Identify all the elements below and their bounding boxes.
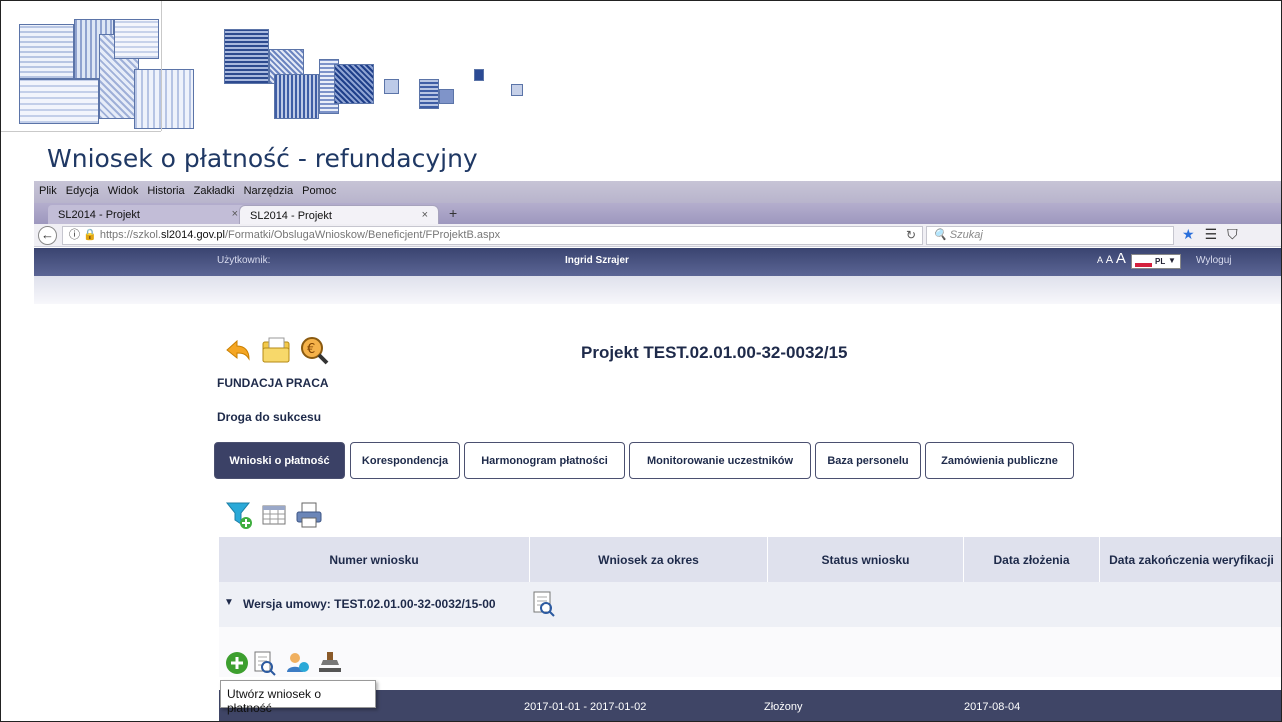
row-period: 2017-01-01 - 2017-01-02 — [524, 701, 647, 713]
search-input[interactable]: 🔍 Szukaj — [926, 226, 1174, 245]
decorative-logo — [19, 19, 539, 134]
column-period[interactable]: Wniosek za okres — [530, 537, 768, 582]
tab-correspondence[interactable]: Korespondencja — [350, 442, 460, 479]
search-placeholder: Szukaj — [949, 229, 983, 241]
tab-participant-monitoring[interactable]: Monitorowanie uczestników — [629, 442, 811, 479]
url-domain: sl2014.gov.pl — [160, 229, 225, 241]
expand-triangle-icon[interactable]: ▼ — [224, 597, 234, 608]
grid-group-row[interactable]: ▼ Wersja umowy: TEST.02.01.00-32-0032/15… — [219, 582, 1281, 627]
tab-staff-database[interactable]: Baza personelu — [815, 442, 921, 479]
pocket-icon[interactable]: ⛉ — [1227, 226, 1248, 242]
language-code: PL — [1155, 257, 1166, 266]
folder-icon[interactable] — [259, 333, 293, 367]
add-icon[interactable] — [224, 649, 250, 677]
browser-tab-label: SL2014 - Projekt — [58, 209, 140, 221]
menu-file[interactable]: Plik — [34, 181, 61, 197]
search-money-icon[interactable]: € — [297, 333, 331, 367]
document-preview-icon[interactable] — [252, 649, 278, 677]
browser-window: Plik Edycja Widok Historia Zakładki Narzędzia… — [34, 181, 1281, 721]
divider — [161, 1, 162, 131]
poland-flag-icon — [1135, 259, 1152, 267]
slide-title: Wniosek o płatność - refundacyjny — [47, 144, 478, 173]
close-tab-icon[interactable]: × — [232, 208, 238, 220]
url-input[interactable]: ⓘ 🔒 https://szkol.sl2014.gov.pl/Formatki… — [62, 226, 902, 245]
column-number[interactable]: Numer wniosku — [219, 537, 530, 582]
menu-history[interactable]: Historia — [142, 181, 188, 197]
slide: Wniosek o płatność - refundacyjny Plik Ed… — [0, 0, 1282, 722]
user-name: Ingrid Szrajer — [565, 255, 629, 266]
tab-payment-schedule[interactable]: Harmonogram płatności — [464, 442, 625, 479]
header-shade — [34, 276, 1281, 304]
back-arrow-icon[interactable] — [221, 333, 255, 367]
actions-row — [219, 627, 1281, 677]
menu-bookmarks[interactable]: Zakładki — [189, 181, 239, 197]
language-selector[interactable]: PL ▼ — [1131, 254, 1181, 269]
bookmark-star-icon[interactable]: ★ — [1182, 226, 1205, 242]
row-submitted: 2017-08-04 — [964, 701, 1021, 713]
menu-edit[interactable]: Edycja — [61, 181, 103, 197]
stamp-icon[interactable] — [316, 649, 344, 677]
organization-name: FUNDACJA PRACA — [217, 376, 329, 390]
close-tab-icon[interactable]: × — [422, 209, 428, 221]
grid-header: Numer wniosku Wniosek za okres Status wn… — [219, 537, 1281, 582]
group-label: Wersja umowy: TEST.02.01.00-32-0032/15-0… — [243, 597, 496, 611]
tab-public-procurement[interactable]: Zamówienia publiczne — [925, 442, 1074, 479]
filter-add-icon[interactable] — [224, 499, 254, 531]
menu-bar: Plik Edycja Widok Historia Zakładki Narzędzia… — [34, 181, 1281, 203]
browser-tab-active[interactable]: SL2014 - Projekt × — [239, 205, 439, 225]
users-icon[interactable] — [284, 649, 312, 677]
url-path: /Formatki/ObslugaWnioskow/Beneficjent/FP… — [224, 229, 501, 241]
row-status: Złożony — [764, 701, 803, 713]
chevron-down-icon: ▼ — [1168, 256, 1176, 265]
browser-tab[interactable]: SL2014 - Projekt × — [48, 205, 248, 225]
divider — [1, 131, 161, 132]
user-bar: Użytkownik: Ingrid Szrajer A A A PL ▼ Wy… — [34, 248, 1281, 276]
table-row[interactable]: 2017-01-01 - 2017-01-02 Złożony 2017-08-… — [219, 690, 1281, 721]
project-name: Droga do sukcesu — [217, 410, 322, 424]
column-submitted[interactable]: Data złożenia — [964, 537, 1100, 582]
table-columns-icon[interactable] — [260, 502, 288, 528]
menu-help[interactable]: Pomoc — [297, 181, 340, 197]
print-icon[interactable] — [294, 500, 324, 530]
tab-payment-requests[interactable]: Wnioski o płatność — [214, 442, 345, 479]
document-preview-icon[interactable] — [532, 590, 556, 623]
lock-icon: ⓘ 🔒 — [69, 229, 97, 241]
tooltip: Utwórz wniosek o płatność — [220, 680, 376, 715]
toolbar-icons: ★☰⛉ — [1182, 226, 1248, 243]
column-verification-end[interactable]: Data zakończenia weryfikacji — [1100, 537, 1281, 582]
reader-icon[interactable]: ☰ — [1205, 226, 1228, 242]
back-arrow-icon[interactable]: ← — [38, 226, 57, 245]
menu-tools[interactable]: Narzędzia — [239, 181, 298, 197]
project-title: Projekt TEST.02.01.00-32-0032/15 — [581, 343, 848, 362]
address-bar: ← ⓘ 🔒 https://szkol.sl2014.gov.pl/Format… — [34, 224, 1281, 247]
font-size-controls[interactable]: A A A — [1097, 250, 1126, 267]
column-status[interactable]: Status wniosku — [768, 537, 964, 582]
user-label: Użytkownik: — [217, 255, 271, 266]
tab-bar: SL2014 - Projekt × SL2014 - Projekt × + — [34, 203, 1281, 225]
logout-link[interactable]: Wyloguj — [1196, 255, 1231, 266]
menu-view[interactable]: Widok — [103, 181, 143, 197]
svg-text:€: € — [307, 342, 315, 357]
reload-icon[interactable]: ↻ — [900, 226, 923, 245]
browser-tab-label: SL2014 - Projekt — [250, 210, 332, 222]
new-tab-icon[interactable]: + — [449, 205, 457, 221]
url-prefix: https://szkol. — [99, 229, 161, 241]
